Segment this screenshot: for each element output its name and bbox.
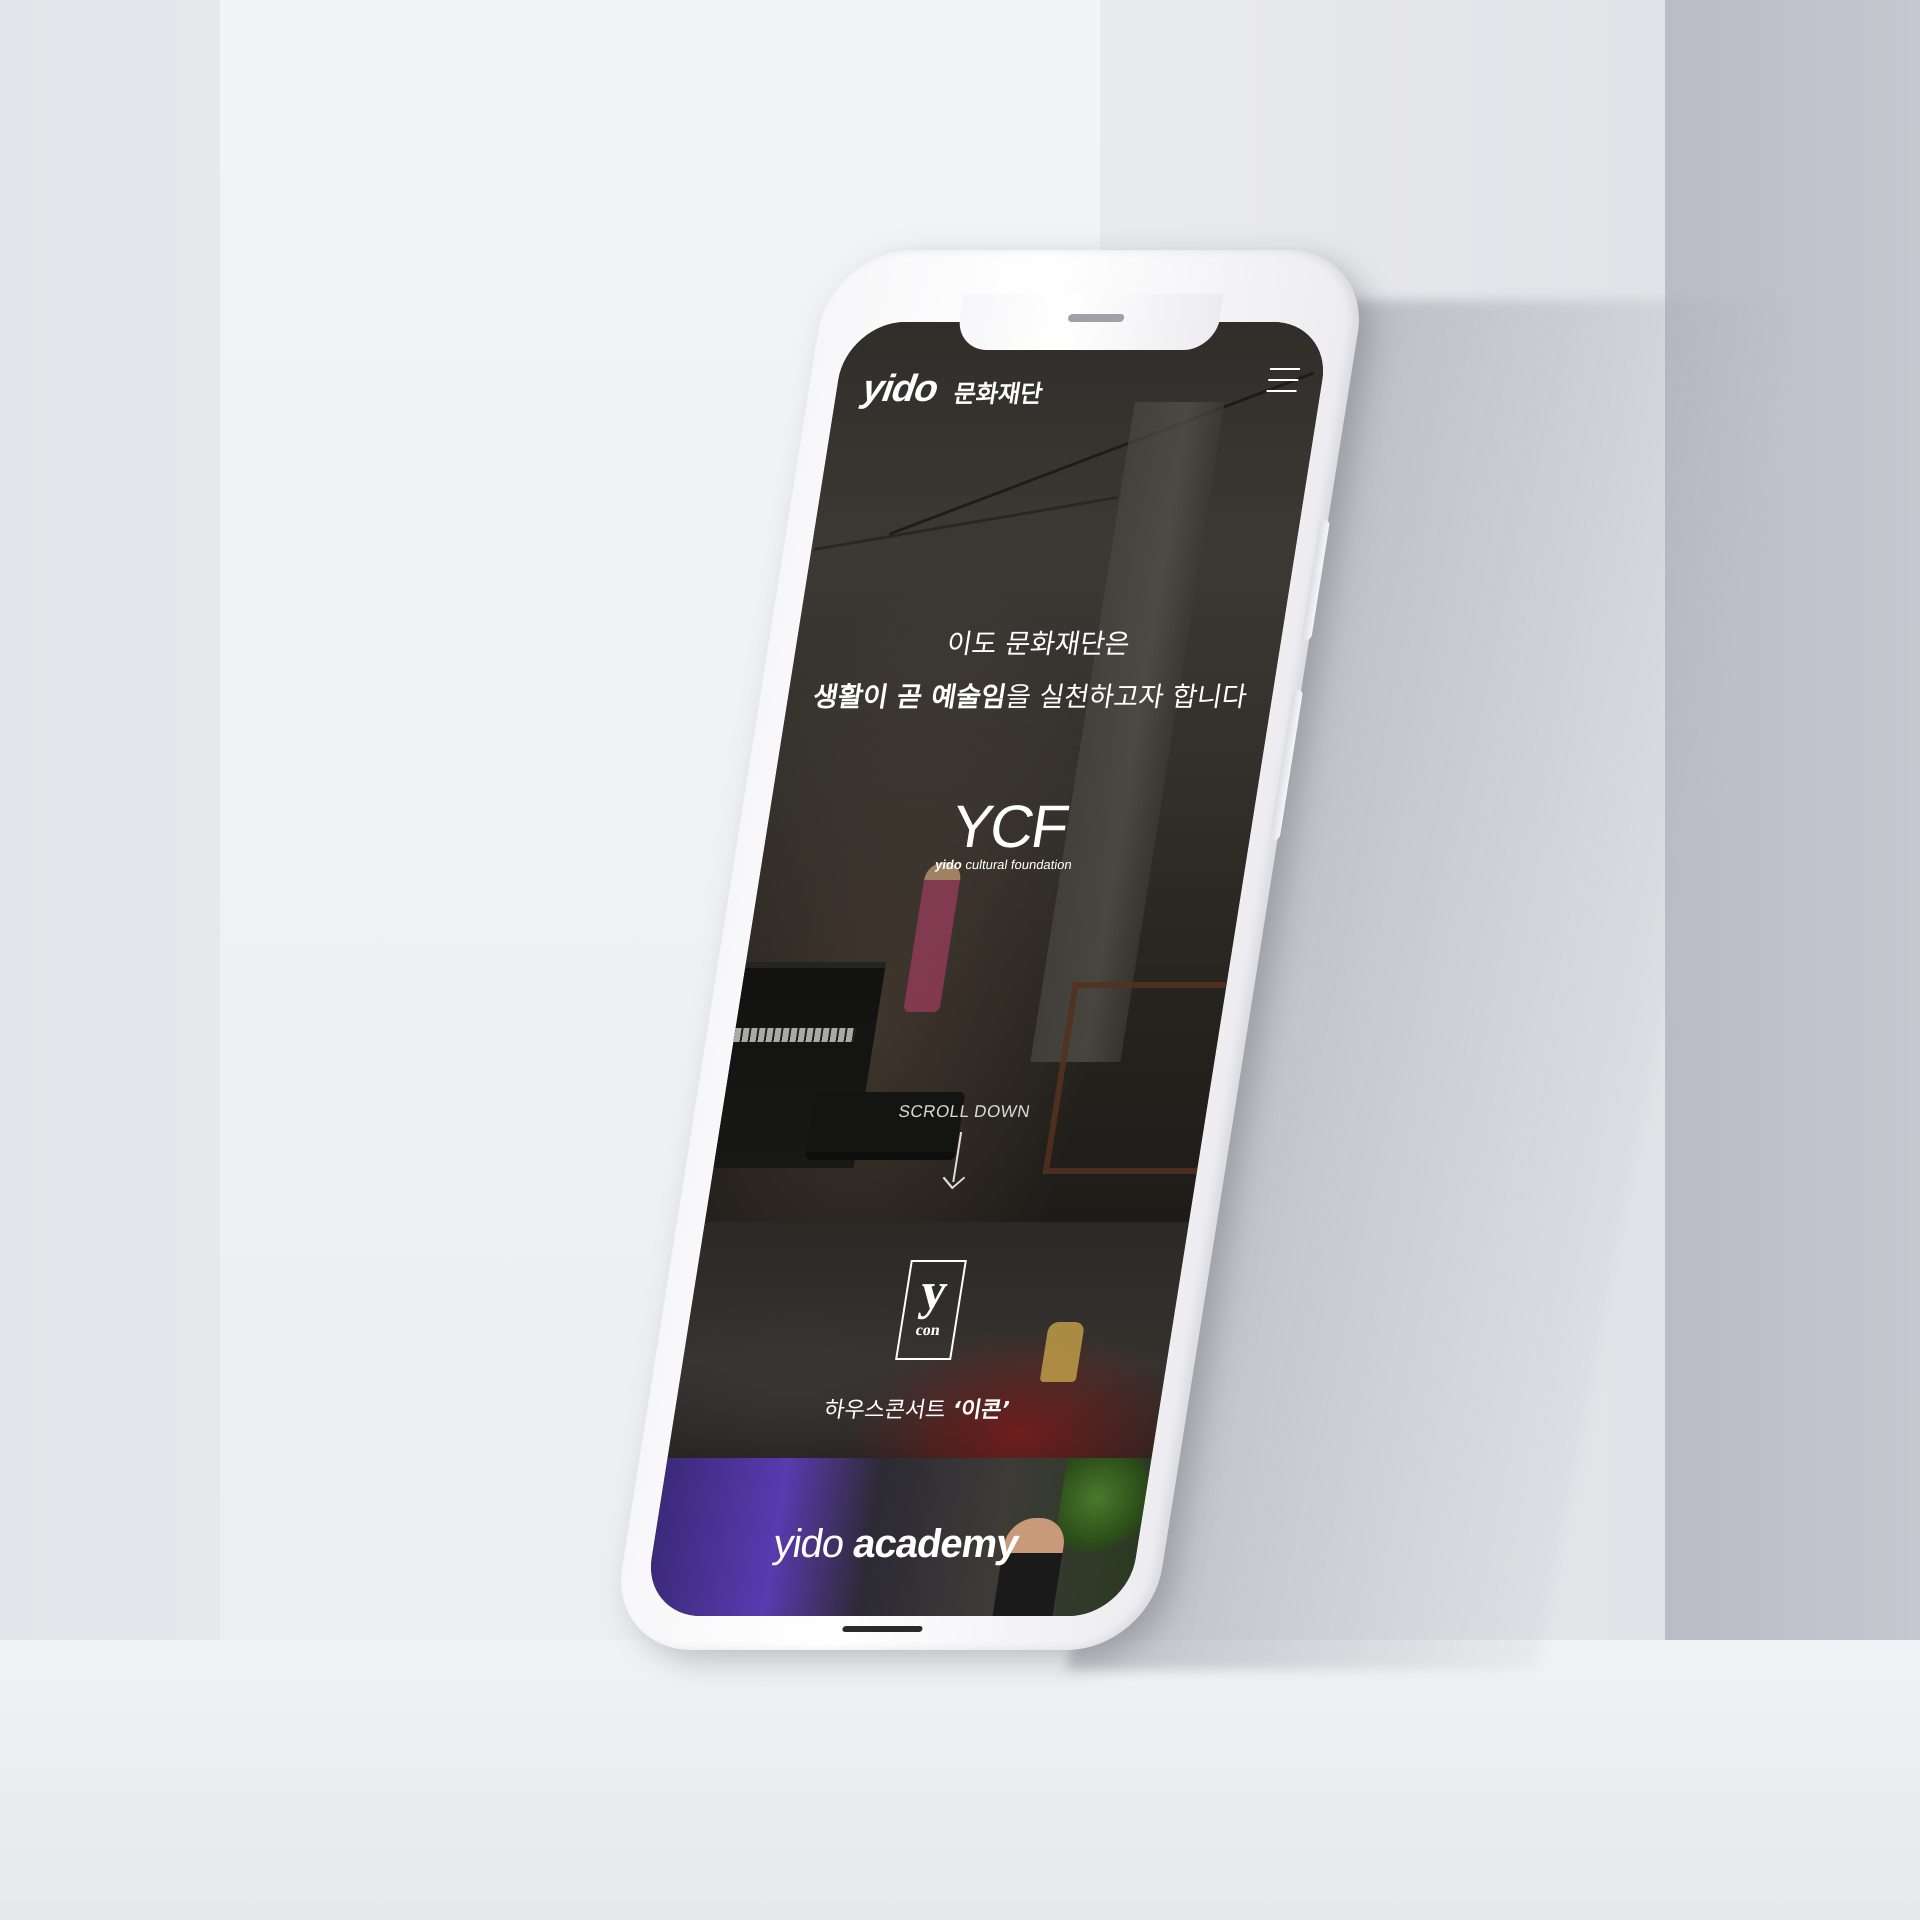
academy-title-bold: academy	[850, 1522, 1022, 1566]
hero-tagline: 이도 문화재단은 생활이 곧 예술임을 실천하고자 합니다	[785, 622, 1284, 714]
ycon-logo-con: con	[914, 1322, 942, 1339]
caption-plain: 하우스콘서트	[822, 1398, 955, 1423]
house-concert-card[interactable]: y con 하우스콘서트 ‘이콘’	[667, 1222, 1189, 1458]
tagline-rest: 을 실천하고자 합니다	[1003, 682, 1250, 713]
ycf-subtitle: yido cultural foundation	[760, 857, 1246, 872]
hamburger-line	[1269, 368, 1301, 370]
bottom-speaker-grille	[841, 1626, 923, 1632]
floor	[0, 1640, 1920, 1920]
tagline-line-1: 이도 문화재단은	[944, 629, 1133, 660]
hamburger-line	[1266, 390, 1297, 392]
yellow-chair	[1039, 1322, 1086, 1382]
arrow-down-icon	[940, 1132, 973, 1190]
phone-notch	[955, 294, 1224, 350]
ycf-subtitle-bold: yido	[934, 857, 964, 872]
wall-side	[1665, 0, 1920, 1675]
hamburger-line	[1268, 379, 1299, 381]
ycon-logo-y: y	[916, 1263, 952, 1320]
ycf-mark: YCF	[947, 793, 1072, 860]
academy-title: yido academy	[650, 1522, 1141, 1567]
caption-bold: ‘이콘’	[950, 1398, 1012, 1423]
scroll-down-indicator[interactable]: SCROLL DOWN	[710, 1102, 1208, 1190]
scroll-down-label: SCROLL DOWN	[897, 1102, 1032, 1121]
yido-academy-card[interactable]: yido academy	[642, 1458, 1158, 1616]
academy-title-light: yido	[770, 1522, 847, 1566]
ycf-brand-logo: YCF yido cultural foundation	[760, 792, 1257, 872]
hamburger-icon[interactable]	[1266, 368, 1301, 394]
site-logo[interactable]: yido	[859, 368, 941, 411]
earpiece-speaker	[1067, 314, 1125, 322]
site-logo-korean[interactable]: 문화재단	[952, 374, 1046, 409]
product-mockup-scene: yido 문화재단 이도 문화재단은 생활이 곧 예술임을 실천하고자 합니다 …	[0, 0, 1920, 1920]
tagline-emphasis: 생활이 곧 예술임	[810, 682, 1009, 713]
arrow-head	[942, 1166, 966, 1190]
ycf-subtitle-rest: cultural foundation	[964, 857, 1074, 872]
house-concert-caption: 하우스콘서트 ‘이콘’	[673, 1392, 1162, 1424]
ycon-logo: y con	[895, 1260, 967, 1360]
tagline-line-2: 생활이 곧 예술임을 실천하고자 합니다	[785, 675, 1275, 714]
